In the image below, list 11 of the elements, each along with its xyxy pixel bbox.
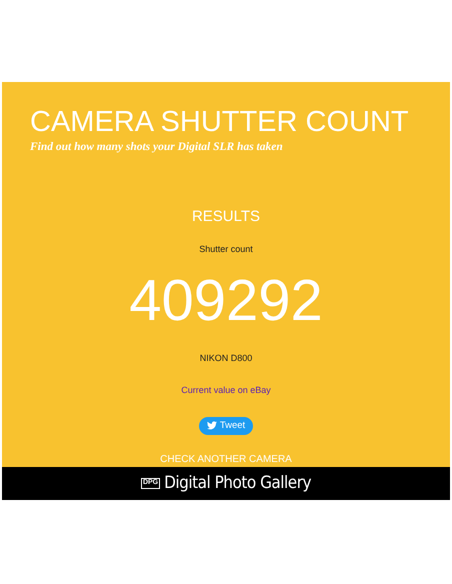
shutter-count-label: Shutter count: [198, 242, 254, 256]
tweet-button[interactable]: Tweet: [198, 416, 254, 435]
results-heading: RESULTS: [190, 207, 262, 228]
subtitle: Find out how many shots your Digital SLR has taken: [30, 140, 284, 155]
page-title: CAMERA SHUTTER COUNT: [30, 108, 410, 137]
shutter-count-value: 409292: [128, 272, 324, 330]
camera-model: NIKON D800: [198, 352, 254, 366]
logo-text: Digital Photo Gallery: [164, 472, 312, 495]
ebay-link[interactable]: Current value on eBay: [181, 384, 271, 398]
check-another-camera-link[interactable]: CHECK ANOTHER CAMERA: [160, 452, 292, 468]
bird-icon: [206, 421, 217, 430]
